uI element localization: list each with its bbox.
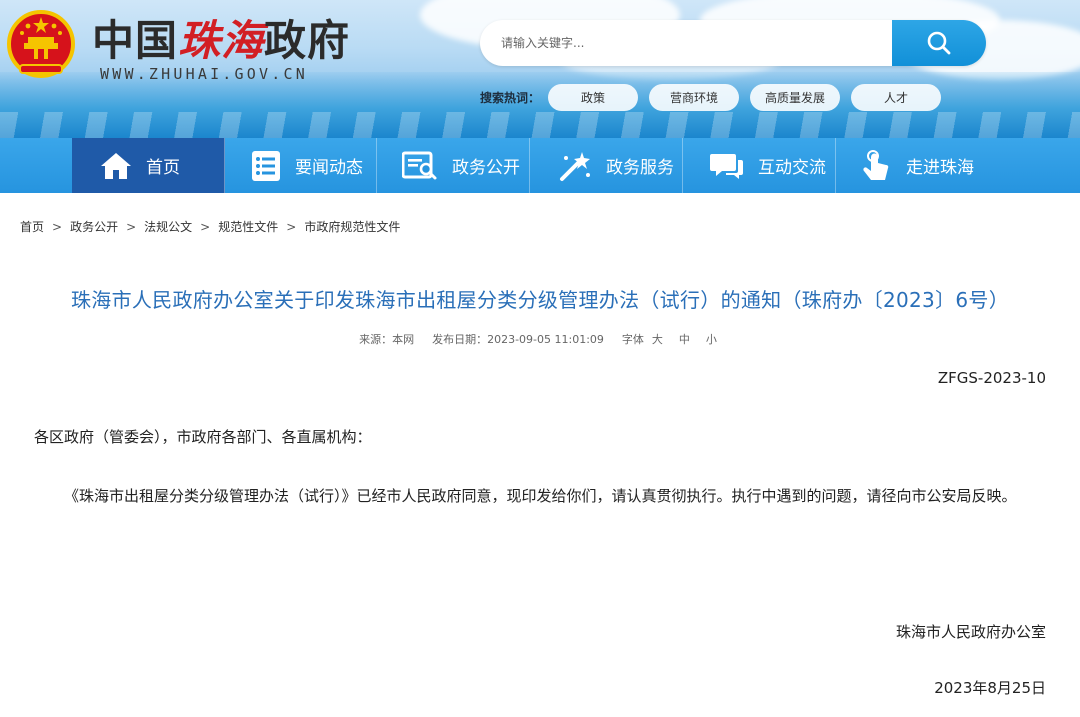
article-salutation: 各区政府（管委会），市政府各部门、各直属机构： [34, 428, 372, 446]
article-source: 来源：本网 [359, 333, 415, 346]
site-url: WWW.ZHUHAI.GOV.CN [100, 65, 308, 83]
breadcrumb-link[interactable]: 首页 [20, 218, 44, 235]
national-emblem-icon [7, 10, 75, 78]
nav-item-about-zhuhai[interactable]: 走进珠海 [836, 138, 1080, 193]
article-publish-date: 发布日期：2023-09-05 11:01:09 [432, 333, 604, 346]
font-size-medium-button[interactable]: 中 [679, 331, 690, 347]
nav-item-home[interactable]: 首页 [72, 138, 225, 193]
nav-item-label: 走进珠海 [906, 158, 974, 178]
nav-item-interaction[interactable]: 互动交流 [683, 138, 836, 193]
logo-text-zhuhai: 珠海 [178, 15, 265, 65]
font-size-small-button[interactable]: 小 [706, 331, 717, 347]
nav-item-gov-service[interactable]: 政务服务 [530, 138, 683, 193]
article-signature: 珠海市人民政府办公室 [895, 623, 1046, 641]
touch-hand-icon [863, 149, 889, 180]
banner-wave [0, 112, 1080, 138]
nav-item-label: 政务公开 [452, 158, 520, 178]
article-meta: 来源：本网 发布日期：2023-09-05 11:01:09 字体 大 中 小 [0, 331, 1080, 347]
hot-search-tag[interactable]: 人才 [851, 83, 942, 111]
breadcrumb-link[interactable]: 规范性文件 [218, 218, 278, 235]
site-logo[interactable]: 中国 珠海 政府 [92, 12, 350, 65]
logo-text-government: 政府 [264, 15, 351, 65]
nav-item-label: 要闻动态 [295, 158, 363, 178]
header-banner: 中国 珠海 政府 WWW.ZHUHAI.GOV.CN 搜索热词： 政策 营商环境… [0, 0, 1080, 138]
home-icon [101, 152, 131, 179]
nav-item-news[interactable]: 要闻动态 [225, 138, 377, 193]
article-date: 2023年8月25日 [934, 679, 1046, 697]
font-size-large-button[interactable]: 大 [652, 331, 663, 347]
font-size-label: 字体 [621, 333, 644, 346]
hot-search-label: 搜索热词： [480, 90, 541, 105]
nav-item-gov-affairs-open[interactable]: 政务公开 [377, 138, 530, 193]
hot-search-tag[interactable]: 政策 [548, 83, 639, 111]
breadcrumb-link[interactable]: 政务公开 [70, 218, 118, 235]
breadcrumb-link[interactable]: 市政府规范性文件 [304, 218, 400, 235]
breadcrumb-link[interactable]: 法规公文 [144, 218, 192, 235]
chat-bubble-icon [710, 153, 743, 179]
news-list-icon [252, 150, 280, 181]
breadcrumb-separator: > [126, 219, 137, 234]
logo-text-china: 中国 [92, 15, 179, 65]
nav-item-label: 互动交流 [758, 158, 826, 178]
document-number: ZFGS-2023-10 [937, 369, 1046, 387]
search-input[interactable] [480, 20, 892, 66]
breadcrumb-separator: > [52, 219, 63, 234]
search-box [480, 20, 986, 66]
hot-search-tag[interactable]: 营商环境 [649, 83, 740, 111]
article-title: 珠海市人民政府办公室关于印发珠海市出租屋分类分级管理办法（试行）的通知（珠府办〔… [70, 288, 1010, 312]
breadcrumb-separator: > [200, 219, 211, 234]
breadcrumb-separator: > [286, 219, 297, 234]
document-search-icon [402, 151, 437, 179]
hot-search-tag[interactable]: 高质量发展 [750, 83, 841, 111]
hot-search-bar: 搜索热词： 政策 营商环境 高质量发展 人才 [480, 83, 952, 111]
main-nav: 首页 要闻动态 政务公开 政务服务 互动交流 走进珠海 [0, 138, 1080, 193]
nav-item-label: 首页 [146, 158, 180, 178]
service-wand-icon [560, 151, 590, 181]
search-icon [927, 31, 951, 55]
nav-item-label: 政务服务 [606, 158, 674, 178]
search-button[interactable] [892, 20, 986, 66]
article-body: 《珠海市出租屋分类分级管理办法（试行）》已经市人民政府同意，现印发给你们，请认真… [64, 487, 1017, 505]
breadcrumb: 首页 > 政务公开 > 法规公文 > 规范性文件 > 市政府规范性文件 [20, 218, 400, 235]
